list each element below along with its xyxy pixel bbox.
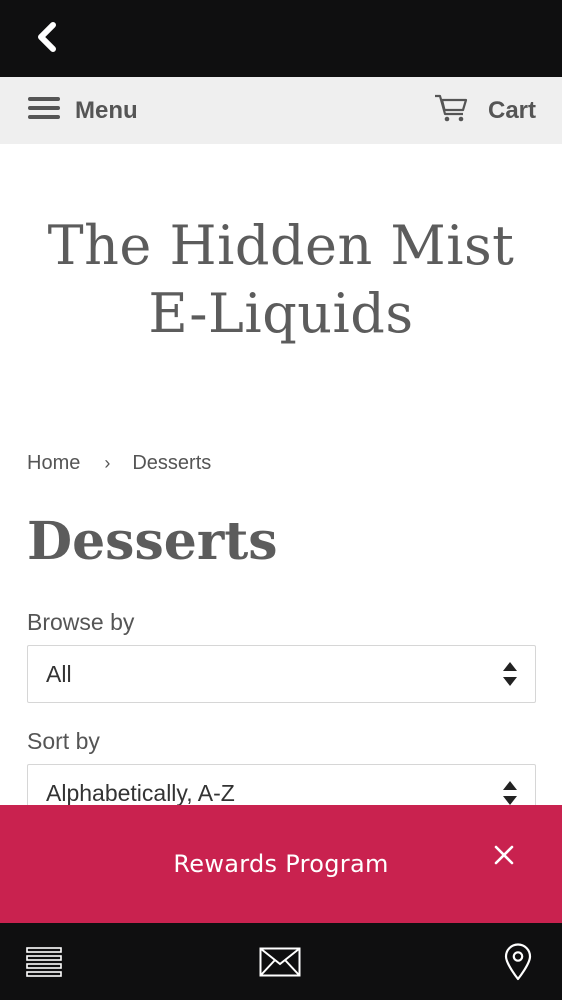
menu-lines-icon[interactable] xyxy=(24,923,64,1000)
browse-by-label: Browse by xyxy=(27,609,135,635)
site-title[interactable]: The Hidden Mist E-Liquids xyxy=(0,212,562,348)
sort-by-value: Alphabetically, A-Z xyxy=(46,779,235,806)
cart-label: Cart xyxy=(487,96,536,124)
site-title-line-1: The Hidden Mist xyxy=(47,214,515,277)
close-icon[interactable] xyxy=(492,843,516,867)
menu-label: Menu xyxy=(75,96,138,124)
top-bar xyxy=(0,0,562,77)
chevron-left-icon xyxy=(36,21,58,57)
breadcrumb: Home › Desserts xyxy=(27,452,211,475)
menu-button[interactable]: Menu xyxy=(28,77,138,144)
hamburger-icon xyxy=(28,96,60,125)
page-title: Desserts xyxy=(27,511,278,572)
breadcrumb-separator: › xyxy=(104,453,111,473)
envelope-icon[interactable] xyxy=(258,923,302,1000)
cart-button[interactable]: Cart xyxy=(434,77,536,144)
nav-bar: Menu Cart xyxy=(0,77,562,144)
browse-by-select[interactable]: All xyxy=(27,645,536,703)
select-arrows-icon xyxy=(503,781,517,805)
back-button[interactable] xyxy=(30,21,64,57)
select-arrows-icon xyxy=(503,662,517,686)
site-title-line-2: E-Liquids xyxy=(148,282,414,345)
bottom-bar xyxy=(0,923,562,1000)
rewards-program-label: Rewards Program xyxy=(173,850,389,878)
browse-by-value: All xyxy=(46,660,72,687)
cart-icon xyxy=(434,93,468,128)
breadcrumb-current: Desserts xyxy=(132,452,212,474)
rewards-program-banner[interactable]: Rewards Program xyxy=(0,805,562,923)
breadcrumb-home-link[interactable]: Home xyxy=(27,452,80,475)
map-pin-icon[interactable] xyxy=(500,923,536,1000)
sort-by-label: Sort by xyxy=(27,728,100,754)
